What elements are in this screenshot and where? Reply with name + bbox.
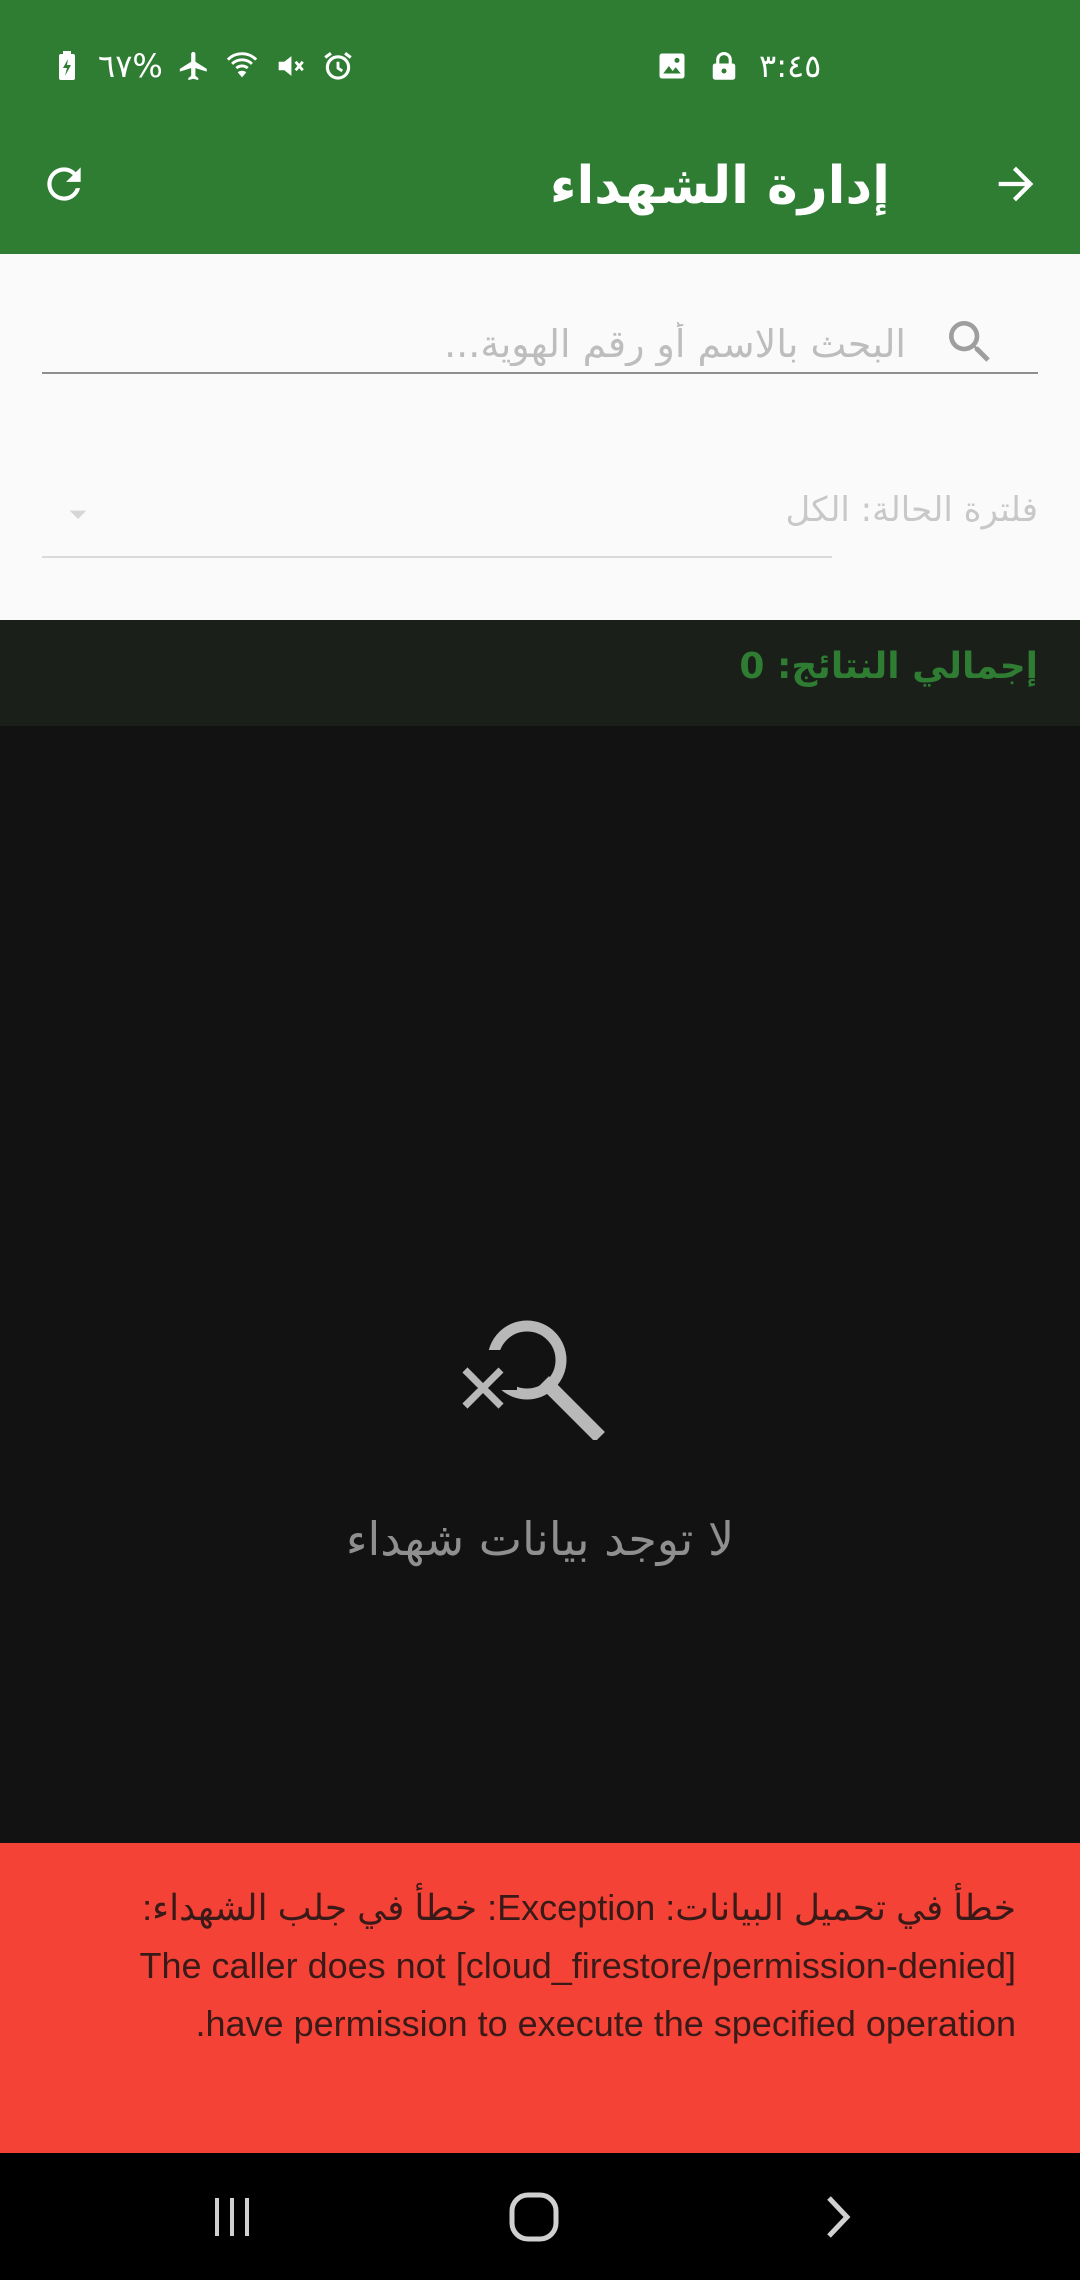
- back-nav-button[interactable]: [808, 2187, 868, 2247]
- alarm-icon: [321, 49, 355, 83]
- battery-icon: [50, 49, 84, 83]
- status-bar-right: ٣:٤٥: [655, 42, 821, 90]
- error-snackbar: خطأ في تحميل البيانات: Exception: خطأ في…: [0, 1843, 1080, 2153]
- search-off-icon: [455, 1310, 615, 1442]
- battery-level: ٦٧%: [98, 47, 163, 85]
- search-field[interactable]: [42, 286, 1038, 374]
- filter-panel: فلترة الحالة: الكل: [0, 254, 1080, 620]
- total-results: إجمالي النتائج: 0: [739, 646, 1038, 687]
- gallery-icon: [655, 49, 689, 83]
- back-button[interactable]: [982, 152, 1050, 220]
- app-bar: إدارة الشهداء: [0, 130, 1080, 254]
- status-filter-dropdown[interactable]: فلترة الحالة: الكل: [42, 482, 1038, 560]
- wifi-icon: [225, 49, 259, 83]
- dropdown-underline: [42, 556, 832, 558]
- airplane-mode-icon: [177, 49, 211, 83]
- refresh-button[interactable]: [30, 152, 98, 220]
- status-bar: ٦٧% ٣:٤٥: [0, 0, 1080, 130]
- refresh-icon: [39, 159, 89, 213]
- status-bar-left: ٦٧%: [50, 42, 355, 90]
- mute-icon: [273, 49, 307, 83]
- system-nav-bar: [0, 2153, 1080, 2280]
- home-button[interactable]: [504, 2187, 564, 2247]
- arrow-forward-icon: [990, 158, 1042, 214]
- search-icon: [942, 314, 998, 370]
- lock-icon: [707, 49, 741, 83]
- search-input[interactable]: [84, 314, 908, 374]
- empty-state-message: لا توجد بيانات شهداء: [345, 1512, 735, 1566]
- clock: ٣:٤٥: [759, 47, 822, 85]
- recents-button[interactable]: [202, 2187, 262, 2247]
- status-filter-label: فلترة الحالة: الكل: [785, 490, 1038, 530]
- page-title: إدارة الشهداء: [549, 156, 890, 216]
- error-message: خطأ في تحميل البيانات: Exception: خطأ في…: [139, 1887, 1017, 2044]
- dropdown-arrow-icon: [58, 494, 98, 534]
- results-summary: إجمالي النتائج: 0: [0, 620, 1080, 726]
